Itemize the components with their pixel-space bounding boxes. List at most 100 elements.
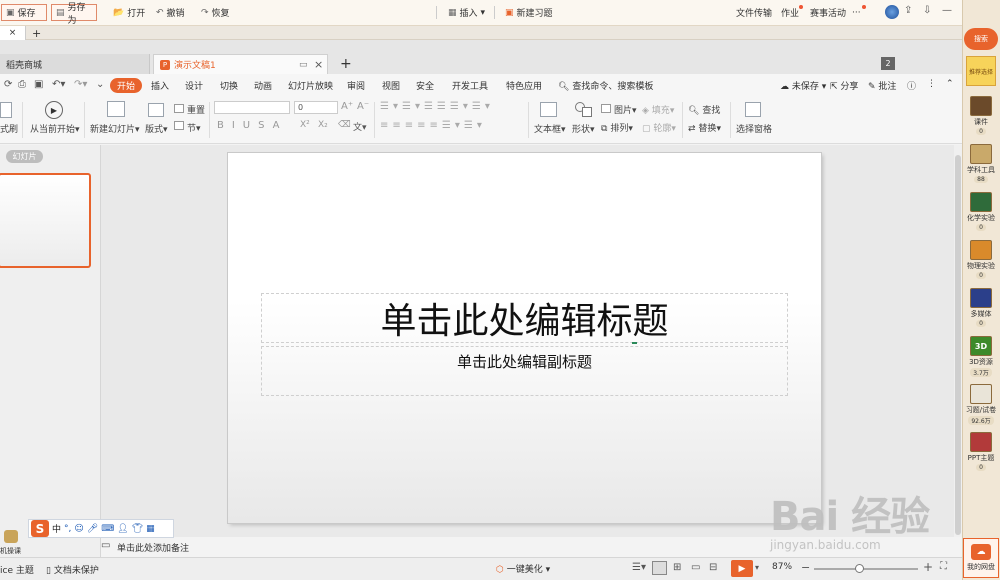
minimize-icon[interactable]: — xyxy=(942,5,952,16)
tab-store[interactable]: 稻壳商城 xyxy=(0,54,150,74)
skin-icon[interactable]: 👕︎ xyxy=(132,524,143,534)
text-box-button[interactable]: 文本框▾ xyxy=(534,122,566,135)
outline-button[interactable]: ▢ 轮廓▾ xyxy=(642,121,676,134)
shape-button[interactable]: 形状▾ xyxy=(572,122,595,135)
paragraph-align-icons[interactable]: ≡≡≡≡≡☰▾☰▾ xyxy=(380,120,486,131)
close-tab-icon[interactable]: × xyxy=(314,58,323,71)
keyboard-icon[interactable]: ⌨ xyxy=(101,524,114,534)
sidebar-item-exercises[interactable]: 习题/试卷 92.6万 xyxy=(964,384,998,425)
tab-featured[interactable]: 特色应用 xyxy=(506,79,542,92)
tab-insert[interactable]: 插入 xyxy=(151,79,169,92)
sidebar-item-media[interactable]: 多媒体 0 xyxy=(964,288,998,327)
tab-review[interactable]: 审阅 xyxy=(347,79,365,92)
comment-button[interactable]: ✎ 批注 xyxy=(868,79,896,92)
new-tab-icon[interactable]: + xyxy=(340,56,352,72)
format-painter-button[interactable]: 式刷 xyxy=(0,122,18,135)
replace-button[interactable]: ⇄ 替换▾ xyxy=(688,121,721,134)
download-icon[interactable]: ⇩ xyxy=(923,5,931,16)
window-icon[interactable]: ▭ xyxy=(299,60,308,70)
section-button[interactable]: 节▾ xyxy=(187,121,201,134)
help-icon[interactable]: ⓘ xyxy=(907,79,916,92)
left-widget[interactable]: 机操课 xyxy=(0,530,30,556)
reset-button[interactable]: 重置 xyxy=(187,103,205,116)
slides-tab[interactable]: 幻灯片 xyxy=(6,150,43,163)
sidebar-item-tools[interactable]: 学科工具 88 xyxy=(964,144,998,183)
zoom-out-icon[interactable]: − xyxy=(801,561,810,574)
events-button[interactable]: 赛事活动 xyxy=(806,4,850,21)
subtitle-placeholder[interactable]: 单击此处编辑副标题 xyxy=(261,346,788,396)
ime-toolbar[interactable]: S 中 °, ☺ 🎤︎ ⌨ 👤︎ 👕︎ ▦ xyxy=(28,519,174,538)
chevron-down-icon[interactable]: ⌄ xyxy=(96,79,104,90)
protect-status[interactable]: ▯ 文档未保护 xyxy=(46,563,99,576)
play-slideshow-button[interactable]: ▶ xyxy=(731,560,753,577)
text-format-icons[interactable]: BIUSA xyxy=(217,120,288,131)
user-icon[interactable]: 👤︎ xyxy=(117,524,128,534)
picture-button[interactable]: 图片▾ xyxy=(614,103,637,116)
text-effect-button[interactable]: 文▾ xyxy=(353,120,367,133)
preview-icon[interactable]: ▣ xyxy=(34,79,43,90)
undo-button[interactable]: ↶ 撤销 xyxy=(152,4,189,21)
open-button[interactable]: 📂 打开 xyxy=(109,4,149,21)
shrink-font-icon[interactable]: A⁻ xyxy=(357,101,369,112)
more-options-icon[interactable]: ⋮ xyxy=(927,79,936,89)
tab-presentation[interactable]: P 演示文稿1 ▭ × xyxy=(153,54,328,74)
new-question-button[interactable]: ▣ 新建习题 xyxy=(501,4,557,21)
upload-icon[interactable]: ⇪ xyxy=(904,5,912,16)
tab-transition[interactable]: 切换 xyxy=(220,79,238,92)
from-current-button[interactable]: 从当前开始▾ xyxy=(30,122,80,135)
normal-view-icon[interactable] xyxy=(652,561,667,575)
superscript-icon[interactable]: X² xyxy=(300,120,310,130)
redo-icon[interactable]: ↷▾ xyxy=(74,79,87,90)
slide-thumbnail[interactable] xyxy=(0,173,91,268)
emoji-icon[interactable]: ☺ xyxy=(74,524,83,534)
share-button[interactable]: ⇱ 分享 xyxy=(830,79,858,92)
tab-home[interactable]: 开始 xyxy=(110,78,143,93)
beautify-button[interactable]: ⬡ 一键美化 ▾ xyxy=(496,562,550,575)
tab-developer[interactable]: 开发工具 xyxy=(452,79,488,92)
undo-icon[interactable]: ↶▾ xyxy=(52,79,65,90)
chevron-up-icon[interactable]: ⌃ xyxy=(946,79,954,89)
redo-button[interactable]: ↷ 恢复 xyxy=(197,4,234,21)
file-transfer-button[interactable]: 文件传输 xyxy=(732,4,776,21)
zoom-level[interactable]: 87% xyxy=(772,562,792,572)
font-size-select[interactable]: 0 xyxy=(294,101,338,114)
subscript-icon[interactable]: X₂ xyxy=(318,120,328,130)
new-window-tab-icon[interactable]: + xyxy=(32,26,41,40)
refresh-icon[interactable]: ⟳ xyxy=(4,79,12,90)
command-search[interactable]: 🔍︎ 查找命令、搜索模板 xyxy=(558,79,653,92)
sidebar-item-cloud-drive[interactable]: ☁ 我的网盘 xyxy=(963,538,999,578)
globe-icon[interactable] xyxy=(885,5,899,19)
grow-font-icon[interactable]: A⁺ xyxy=(341,101,353,112)
zoom-slider[interactable] xyxy=(814,568,918,570)
sidebar-item-3d[interactable]: 3D 3D资源 3.7万 xyxy=(964,336,998,377)
punctuation-icon[interactable]: °, xyxy=(64,524,71,534)
tab-close-icon[interactable]: × xyxy=(0,26,26,40)
zoom-slider-thumb[interactable] xyxy=(855,564,864,573)
save-as-button[interactable]: ▤ 另存为 xyxy=(51,3,97,26)
reading-view-icon[interactable]: ▭ xyxy=(691,562,700,573)
tab-slideshow[interactable]: 幻灯片放映 xyxy=(288,79,333,92)
sidebar-item-ppt-theme[interactable]: PPT主题 0 xyxy=(964,432,998,471)
chevron-down-icon[interactable]: ▾ xyxy=(755,563,759,572)
fit-window-icon[interactable]: ⛶ xyxy=(940,561,947,572)
find-button[interactable]: 🔍︎ 查找 xyxy=(688,103,720,116)
layout-button[interactable]: 版式▾ xyxy=(145,122,168,135)
print-icon[interactable]: ⎙ xyxy=(18,79,26,90)
sidebar-search-button[interactable]: 搜索 xyxy=(964,28,998,50)
tab-view[interactable]: 视图 xyxy=(382,79,400,92)
font-family-select[interactable] xyxy=(214,101,290,114)
arrange-button[interactable]: ⧉ 排列▾ xyxy=(601,121,633,134)
fill-button[interactable]: ◈ 填充▾ xyxy=(642,103,674,116)
toolbox-icon[interactable]: ▦ xyxy=(146,524,155,534)
paragraph-list-icons[interactable]: ☰▾☰▾☰☰☰▾☰▾ xyxy=(380,101,494,112)
sidebar-item-courseware[interactable]: 课件 0 xyxy=(964,96,998,135)
insert-dropdown[interactable]: ▦ 插入 ▾ xyxy=(444,4,489,21)
tab-animation[interactable]: 动画 xyxy=(254,79,272,92)
save-button[interactable]: ▣ 保存 xyxy=(1,4,47,21)
select-pane-button[interactable]: 选择窗格 xyxy=(736,122,772,135)
zoom-in-icon[interactable]: + xyxy=(923,560,933,574)
eraser-icon[interactable]: ⌫ xyxy=(338,120,351,130)
sidebar-item-chemistry[interactable]: 化学实验 0 xyxy=(964,192,998,231)
new-slide-button[interactable]: 新建幻灯片▾ xyxy=(90,122,140,135)
ime-mode[interactable]: 中 xyxy=(52,522,61,535)
